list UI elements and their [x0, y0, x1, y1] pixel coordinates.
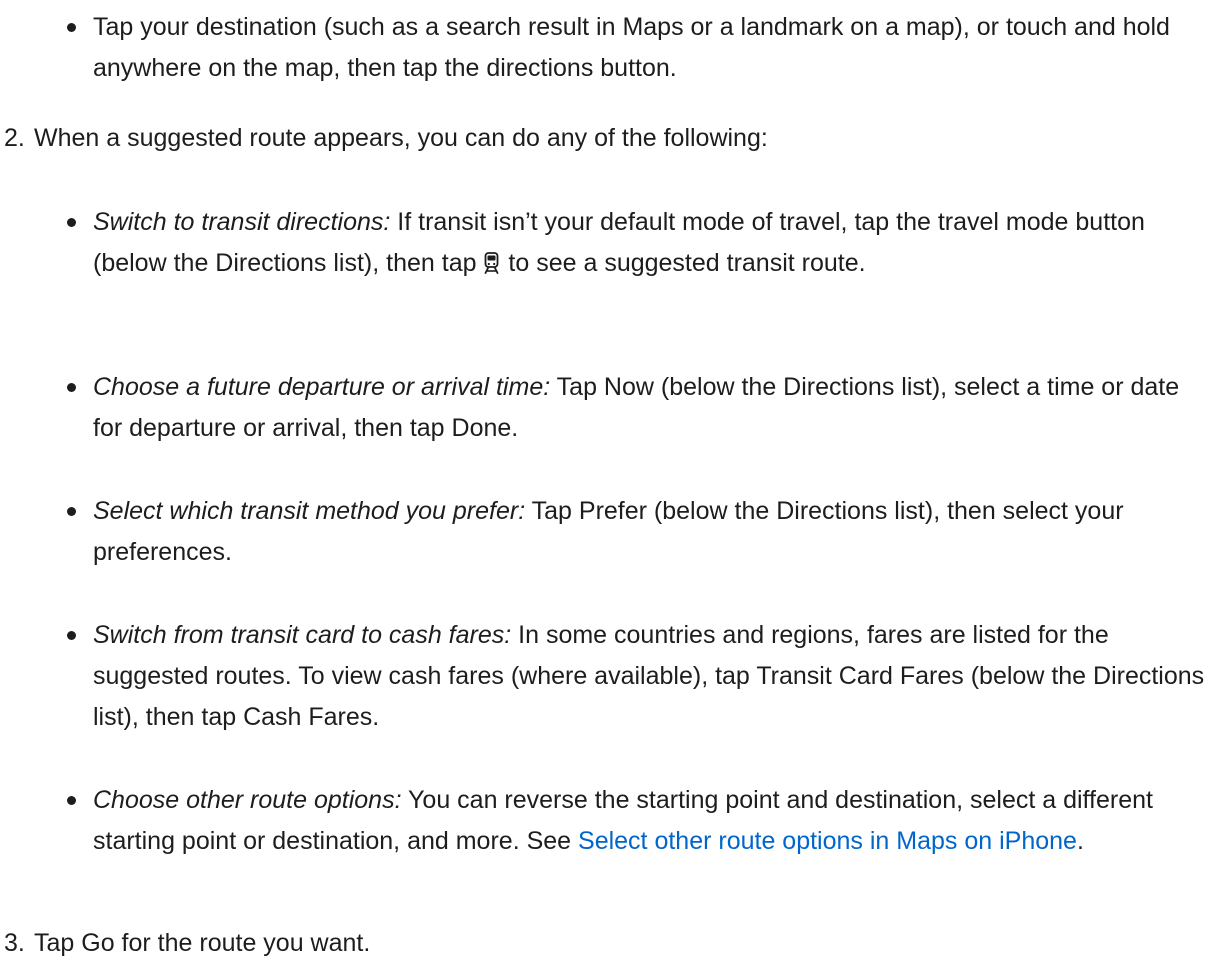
list-item: Choose other route options: You can reve… [0, 780, 1231, 862]
step-item: 3. Tap Go for the route you want. [0, 923, 1214, 964]
bullet-dot [67, 23, 76, 32]
step-number: 2. [4, 124, 25, 152]
list-item: Choose a future departure or arrival tim… [0, 367, 1231, 449]
step-text: Tap Go for the route you want. [34, 929, 371, 957]
step-number: 3. [4, 929, 25, 957]
option-lead: Choose other route options: [93, 786, 402, 814]
bullet-dot [67, 383, 76, 392]
bullet-dot [67, 796, 76, 805]
option-text-end: . [1076, 827, 1084, 855]
step-item: 2. When a suggested route appears, you c… [0, 118, 1214, 159]
option-lead: Select which transit method you prefer: [93, 497, 526, 525]
bullet-dot [67, 631, 76, 640]
list-item: Switch to transit directions: If transit… [0, 202, 1231, 284]
list-item-text: Tap your destination (such as a search r… [93, 13, 1170, 82]
option-lead: Switch to transit directions: [93, 208, 391, 236]
bullet-dot [67, 507, 76, 516]
bullet-dot [67, 218, 76, 227]
list-item: Select which transit method you prefer: … [0, 491, 1231, 573]
train-icon [485, 252, 499, 274]
step-text: When a suggested route appears, you can … [34, 124, 768, 152]
option-lead: Switch from transit card to cash fares: [93, 621, 512, 649]
option-text-after-icon: to see a suggested transit route. [501, 249, 866, 277]
option-lead: Choose a future departure or arrival tim… [93, 373, 551, 401]
list-item: Tap your destination (such as a search r… [0, 7, 1231, 89]
list-item: Switch from transit card to cash fares: … [0, 615, 1231, 738]
route-options-link[interactable]: Select other route options in Maps on iP… [578, 827, 1077, 855]
